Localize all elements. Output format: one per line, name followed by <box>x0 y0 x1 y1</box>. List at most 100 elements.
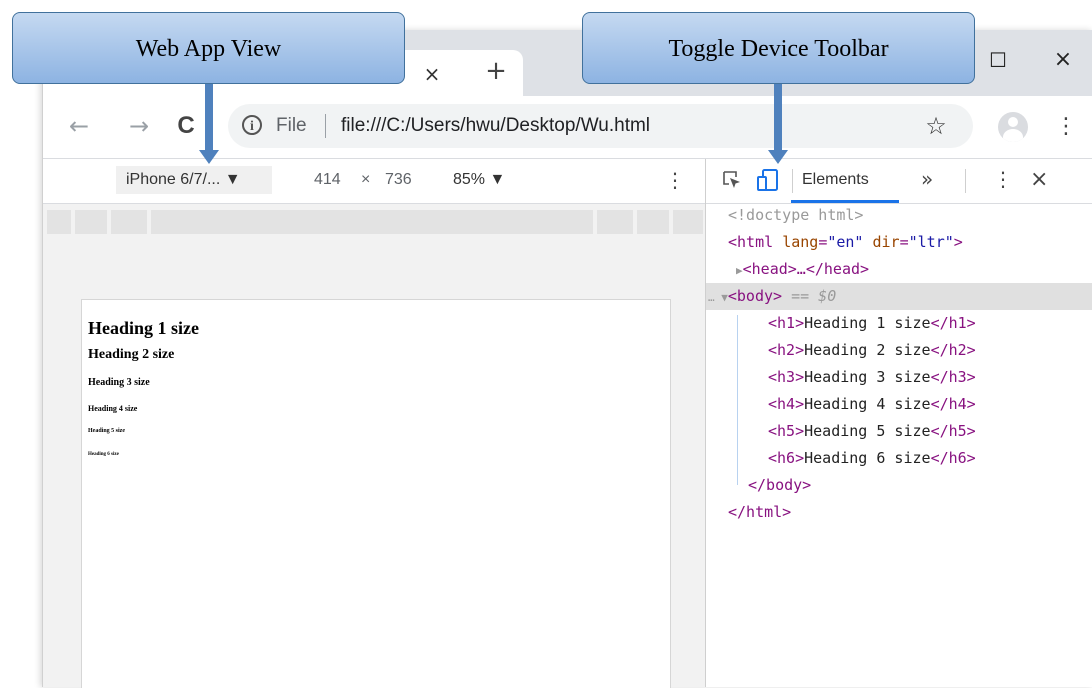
browser-window: × + ☐ × ← → C i File file:///C:/Users/hw… <box>42 30 1092 688</box>
h3-text: Heading 3 size <box>804 368 931 386</box>
media-query-segment[interactable] <box>47 210 71 234</box>
h3-open: <h3> <box>768 368 805 386</box>
width-input[interactable]: 414 <box>314 171 341 189</box>
toolbar-divider <box>965 169 966 193</box>
dir-attr: dir <box>872 233 900 251</box>
selected-node-ref: == $0 <box>782 287 837 305</box>
h6-close: </h6> <box>930 449 976 467</box>
h4-open: <h4> <box>768 395 805 413</box>
h5-close: </h5> <box>930 422 976 440</box>
media-query-segment[interactable] <box>111 210 147 234</box>
devtools-panel: Elements » ⋮ × <!doctype html> <html lan… <box>705 159 1092 687</box>
head-tag: <head>…</head> <box>742 260 870 278</box>
lang-value: "en" <box>827 233 864 251</box>
dom-line-h3[interactable]: <h3>Heading 3 size</h3> <box>706 364 1092 391</box>
avatar-torso <box>1003 129 1023 142</box>
nesting-guide-line <box>737 315 738 485</box>
h4-close: </h4> <box>930 395 976 413</box>
html-tag: <html <box>728 233 774 251</box>
h3-close: </h3> <box>930 368 976 386</box>
device-select[interactable]: iPhone 6/7/... ▼ <box>116 166 272 194</box>
scheme-label: File <box>276 115 307 136</box>
h1-text: Heading 1 size <box>804 314 931 332</box>
body-tag: <body> <box>727 287 783 305</box>
heading-5: Heading 5 size <box>88 428 125 434</box>
dom-line-body[interactable]: … ▼<body> == $0 <box>706 283 1092 310</box>
toggle-device-toolbar-icon[interactable] <box>756 168 780 192</box>
h2-close: </h2> <box>930 341 976 359</box>
h6-open: <h6> <box>768 449 805 467</box>
info-icon[interactable]: i <box>242 115 262 135</box>
h1-close: </h1> <box>930 314 976 332</box>
heading-3: Heading 3 size <box>88 377 150 388</box>
h2-text: Heading 2 size <box>804 341 931 359</box>
h1-open: <h1> <box>768 314 805 332</box>
device-emulation-area: iPhone 6/7/... ▼ 414 × 736 85% ▼ ⋮ Headi… <box>43 159 705 688</box>
h5-open: <h5> <box>768 422 805 440</box>
maximize-icon[interactable]: ☐ <box>978 40 1018 80</box>
back-arrow-icon[interactable]: ← <box>63 110 95 142</box>
lang-attr: lang <box>782 233 819 251</box>
collapse-arrow-icon[interactable]: … ▼ <box>708 291 728 304</box>
body-close: </body> <box>748 476 812 494</box>
window-close-icon[interactable]: × <box>1043 40 1083 80</box>
heading-4: Heading 4 size <box>88 404 138 413</box>
dom-line-h2[interactable]: <h2>Heading 2 size</h2> <box>706 337 1092 364</box>
callout-arrowhead-right <box>768 150 788 164</box>
height-input[interactable]: 736 <box>385 171 412 189</box>
callout-arrow-right <box>774 84 782 152</box>
expand-arrow-icon[interactable]: ▶ <box>736 264 743 277</box>
new-tab-icon[interactable]: + <box>481 56 511 86</box>
callout-arrowhead-left <box>199 150 219 164</box>
devtools-toolbar: Elements » ⋮ × <box>706 159 1092 204</box>
dom-line-head[interactable]: ▶<head>…</head> <box>706 256 1092 283</box>
reload-icon[interactable]: C <box>170 110 202 142</box>
media-query-segment[interactable] <box>637 210 669 234</box>
doctype-text: <!doctype html> <box>728 206 864 224</box>
toolbar-divider <box>792 169 793 193</box>
dom-line-h1[interactable]: <h1>Heading 1 size</h1> <box>706 310 1092 337</box>
h2-open: <h2> <box>768 341 805 359</box>
url-text[interactable]: file:///C:/Users/hwu/Desktop/Wu.html <box>341 115 650 137</box>
bookmark-star-icon[interactable]: ☆ <box>921 111 951 141</box>
forward-arrow-icon[interactable]: → <box>123 110 155 142</box>
dom-line-h6[interactable]: <h6>Heading 6 size</h6> <box>706 445 1092 472</box>
dom-line-h5[interactable]: <h5>Heading 5 size</h5> <box>706 418 1092 445</box>
address-bar[interactable]: i File file:///C:/Users/hwu/Desktop/Wu.h… <box>228 104 973 148</box>
dimension-times: × <box>361 171 371 188</box>
dom-line-html[interactable]: <html lang="en" dir="ltr"> <box>706 229 1092 256</box>
devtools-close-icon[interactable]: × <box>1030 167 1048 192</box>
html-tag-end: > <box>953 233 963 251</box>
callout-toggle-device-toolbar: Toggle Device Toolbar <box>582 12 975 84</box>
dom-line-h4[interactable]: <h4>Heading 4 size</h4> <box>706 391 1092 418</box>
media-query-segment[interactable] <box>75 210 107 234</box>
dom-line-doctype[interactable]: <!doctype html> <box>706 202 1092 229</box>
h6-text: Heading 6 size <box>804 449 931 467</box>
device-toolbar: iPhone 6/7/... ▼ 414 × 736 85% ▼ ⋮ <box>43 159 705 204</box>
media-query-segment[interactable] <box>151 210 593 234</box>
tab-close-icon[interactable]: × <box>418 60 446 88</box>
callout-arrow-left <box>205 84 213 152</box>
profile-avatar-icon[interactable] <box>998 112 1028 142</box>
url-divider <box>325 114 326 138</box>
more-tabs-icon[interactable]: » <box>921 167 933 191</box>
dom-line-body-close[interactable]: </body> <box>706 472 1092 499</box>
device-menu-icon[interactable]: ⋮ <box>665 165 685 195</box>
h4-text: Heading 4 size <box>804 395 931 413</box>
browser-menu-icon[interactable]: ⋮ <box>1055 111 1077 143</box>
heading-6: Heading 6 size <box>88 452 119 457</box>
html-close: </html> <box>728 503 792 521</box>
media-query-segment[interactable] <box>673 210 703 234</box>
zoom-select[interactable]: 85% ▼ <box>453 171 505 189</box>
dir-value: "ltr" <box>908 233 954 251</box>
dom-line-html-close[interactable]: </html> <box>706 499 1092 526</box>
callout-web-app-view: Web App View <box>12 12 405 84</box>
avatar-head <box>1008 117 1018 127</box>
inspect-element-icon[interactable] <box>722 170 742 190</box>
heading-1: Heading 1 size <box>88 318 199 338</box>
devtools-menu-icon[interactable]: ⋮ <box>993 167 1013 191</box>
tab-elements[interactable]: Elements <box>802 171 869 189</box>
media-query-bar <box>47 210 703 234</box>
emulated-page[interactable]: Heading 1 size Heading 2 size Heading 3 … <box>81 299 671 688</box>
media-query-segment[interactable] <box>597 210 633 234</box>
